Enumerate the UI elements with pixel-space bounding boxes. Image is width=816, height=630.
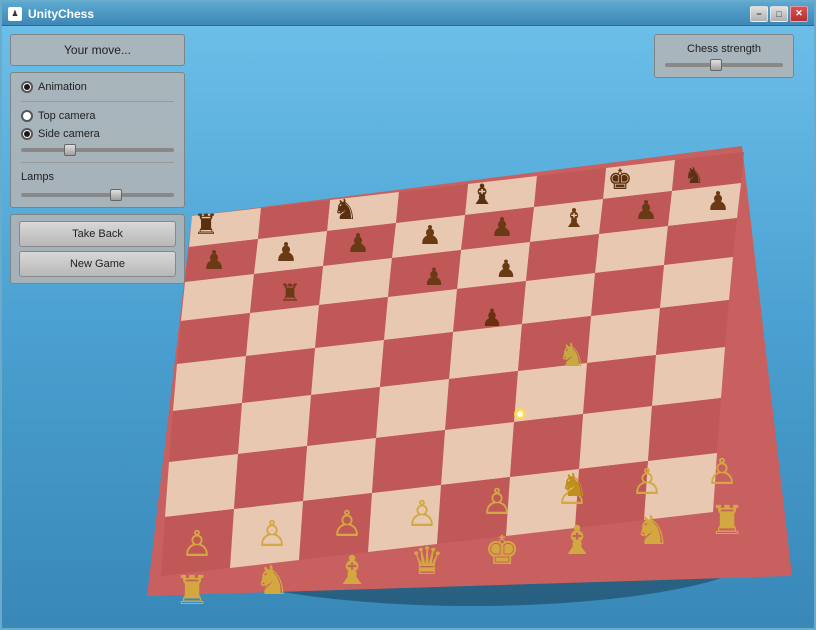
svg-text:♞: ♞ — [634, 508, 670, 553]
side-camera-option[interactable]: Side camera — [21, 128, 174, 140]
svg-text:♚: ♚ — [484, 528, 520, 573]
camera-slider-container — [21, 146, 174, 154]
strength-panel: Chess strength — [654, 34, 794, 78]
divider2 — [21, 162, 174, 163]
minimize-button[interactable]: − — [750, 6, 768, 22]
svg-text:♟: ♟ — [202, 246, 225, 275]
svg-text:♞: ♞ — [254, 558, 290, 603]
strength-slider-thumb[interactable] — [710, 59, 722, 71]
animation-label: Animation — [38, 81, 87, 93]
top-camera-label: Top camera — [38, 110, 95, 122]
svg-text:♝: ♝ — [469, 180, 494, 211]
svg-text:♟: ♟ — [423, 265, 445, 291]
chess-board-svg: ♜ ♞ ♝ ♚ ♞ ♟ ♟ ♟ ♟ ♟ ♝ ♟ ♟ ♜ ♟ ♟ ♟ — [142, 56, 792, 628]
strength-slider-track[interactable] — [665, 63, 783, 67]
window-title: UnityChess — [28, 7, 750, 21]
svg-text:♝: ♝ — [562, 204, 585, 233]
lamps-slider-thumb[interactable] — [110, 189, 122, 201]
divider1 — [21, 101, 174, 102]
lamps-slider-container — [21, 191, 174, 199]
buttons-box: Take Back New Game — [10, 214, 185, 284]
side-camera-radio[interactable] — [21, 128, 33, 140]
svg-text:♜: ♜ — [279, 281, 301, 307]
animation-option[interactable]: Animation — [21, 81, 174, 93]
top-camera-radio[interactable] — [21, 110, 33, 122]
svg-text:♟: ♟ — [490, 213, 513, 242]
svg-text:♙: ♙ — [631, 462, 663, 502]
svg-text:♟: ♟ — [481, 306, 503, 332]
svg-text:♙: ♙ — [481, 482, 513, 522]
svg-text:♙: ♙ — [256, 514, 288, 554]
strength-title: Chess strength — [665, 43, 783, 55]
left-panel: Your move... Animation Top camera — [10, 34, 185, 284]
svg-text:♜: ♜ — [193, 210, 218, 241]
strength-slider-container — [665, 61, 783, 69]
chess-board-container[interactable]: ♜ ♞ ♝ ♚ ♞ ♟ ♟ ♟ ♟ ♟ ♝ ♟ ♟ ♜ ♟ ♟ ♟ — [142, 56, 792, 628]
svg-text:♙: ♙ — [706, 452, 738, 492]
your-move-box: Your move... — [10, 34, 185, 66]
svg-text:♜: ♜ — [709, 498, 745, 543]
main-content: ♜ ♞ ♝ ♚ ♞ ♟ ♟ ♟ ♟ ♟ ♝ ♟ ♟ ♜ ♟ ♟ ♟ — [2, 26, 814, 628]
window-controls: − □ ✕ — [750, 6, 808, 22]
top-camera-option[interactable]: Top camera — [21, 110, 174, 122]
options-box: Animation Top camera Side camera — [10, 72, 185, 208]
svg-text:♟: ♟ — [706, 187, 729, 216]
app-icon: ♟ — [8, 7, 22, 21]
new-game-button[interactable]: New Game — [19, 251, 176, 277]
svg-text:♜: ♜ — [174, 568, 210, 613]
svg-text:♛: ♛ — [410, 541, 444, 583]
svg-text:♟: ♟ — [274, 238, 297, 267]
svg-text:♝: ♝ — [559, 518, 595, 563]
svg-text:♙: ♙ — [331, 504, 363, 544]
svg-text:♟: ♟ — [634, 196, 657, 225]
svg-text:♞: ♞ — [560, 467, 589, 503]
svg-text:♟: ♟ — [418, 221, 441, 250]
svg-text:♚: ♚ — [607, 165, 632, 196]
side-camera-label: Side camera — [38, 128, 100, 140]
camera-slider-track[interactable] — [21, 148, 174, 152]
your-move-label: Your move... — [64, 43, 131, 57]
animation-radio[interactable] — [21, 81, 33, 93]
title-bar: ♟ UnityChess − □ ✕ — [2, 2, 814, 26]
lamps-label: Lamps — [21, 171, 174, 183]
svg-text:♝: ♝ — [334, 548, 370, 593]
lamps-slider-track[interactable] — [21, 193, 174, 197]
svg-text:♟: ♟ — [346, 229, 369, 258]
svg-text:♞: ♞ — [558, 337, 587, 373]
svg-text:♙: ♙ — [406, 494, 438, 534]
app-window: ♟ UnityChess − □ ✕ — [0, 0, 816, 630]
svg-text:♞: ♞ — [684, 163, 704, 188]
take-back-button[interactable]: Take Back — [19, 221, 176, 247]
close-button[interactable]: ✕ — [790, 6, 808, 22]
strength-box: Chess strength — [654, 34, 794, 78]
svg-text:♙: ♙ — [181, 524, 213, 564]
camera-slider-thumb[interactable] — [64, 144, 76, 156]
maximize-button[interactable]: □ — [770, 6, 788, 22]
svg-text:♟: ♟ — [495, 257, 517, 283]
svg-text:♞: ♞ — [332, 195, 357, 226]
